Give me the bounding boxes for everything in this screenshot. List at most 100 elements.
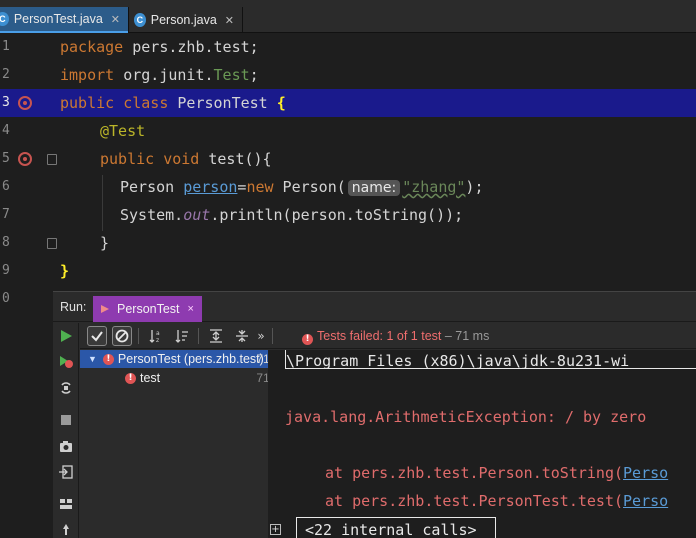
- stack-source-link[interactable]: Perso: [623, 464, 668, 482]
- show-ignored-icon[interactable]: [112, 326, 132, 346]
- tab-persontest-java[interactable]: C PersonTest.java ✕: [0, 7, 128, 33]
- tree-item-test[interactable]: ! test 71 ms: [80, 369, 293, 387]
- code-text: .println(person.toString());: [210, 206, 464, 224]
- console-stack-line: at pers.zhb.test.Person.toString(Perso: [325, 464, 668, 482]
- brace: {: [276, 94, 286, 112]
- run-tab-label: PersonTest: [117, 302, 180, 316]
- expand-icon[interactable]: +: [270, 524, 281, 535]
- sort-by-duration-icon[interactable]: [172, 326, 192, 346]
- annotation: @Test: [100, 122, 146, 140]
- string-literal: "zhang": [402, 178, 466, 196]
- line-number: 6: [2, 179, 10, 194]
- close-icon[interactable]: ✕: [225, 14, 234, 27]
- line-number: 9: [2, 263, 10, 278]
- tree-item-persontest[interactable]: ▼ ! PersonTest (pers.zhb.test) 71 ms: [80, 350, 293, 368]
- code-line[interactable]: 4 @Test: [0, 117, 696, 145]
- code-text: }: [100, 234, 110, 252]
- code-editor[interactable]: 1 package pers.zhb.test; 2 import org.ju…: [0, 33, 696, 291]
- console-exception: java.lang.ArithmeticException: / by zero: [285, 408, 647, 426]
- static-field: out: [183, 206, 211, 224]
- java-class-icon: C: [0, 12, 9, 26]
- toggle-auto-test-icon[interactable]: [59, 381, 73, 395]
- run-side-toolbar: [53, 323, 79, 538]
- class-name: Test: [213, 66, 250, 84]
- close-icon[interactable]: ✕: [111, 13, 120, 26]
- internal-calls-label[interactable]: <22 internal calls>: [305, 521, 477, 538]
- close-icon[interactable]: ×: [188, 303, 194, 315]
- line-number: 2: [2, 67, 10, 82]
- show-passed-icon[interactable]: [87, 326, 107, 346]
- run-test-failed-icon[interactable]: [18, 96, 32, 110]
- console-output[interactable]: \Program Files (x86)\java\jdk-8u231-wi j…: [268, 350, 696, 538]
- fold-icon[interactable]: [47, 154, 57, 165]
- code-text: Person(: [273, 178, 346, 196]
- stack-frame: at pers.zhb.test.Person.toString(: [325, 464, 624, 482]
- error-icon: !: [102, 353, 114, 365]
- run-config-icon: [101, 305, 111, 313]
- layout-icon[interactable]: [59, 497, 73, 511]
- keyword: public class: [60, 94, 169, 112]
- run-panel-header: Run: PersonTest ×: [53, 292, 696, 322]
- parameter-hint: name:: [347, 180, 401, 196]
- code-text: test(){: [199, 150, 272, 168]
- editor-tab-bar: C PersonTest.java ✕ C Person.java ✕: [0, 0, 696, 33]
- stop-icon[interactable]: [59, 413, 73, 427]
- error-icon: !: [125, 372, 136, 384]
- line-number: 1: [2, 39, 10, 54]
- run-tab-persontest[interactable]: PersonTest ×: [93, 296, 202, 322]
- collapse-all-icon[interactable]: [232, 326, 252, 346]
- run-label: Run:: [60, 300, 87, 314]
- keyword: public void: [100, 150, 200, 168]
- chevron-down-icon[interactable]: ▼: [88, 354, 97, 364]
- code-text: pers.zhb.test;: [123, 38, 259, 56]
- test-status: ! Tests failed: 1 of 1 test – 71 ms: [302, 329, 489, 345]
- keyword: package: [60, 38, 124, 56]
- tab-person-java[interactable]: C Person.java ✕: [134, 7, 242, 33]
- toolbar-separator: [272, 328, 273, 344]
- tab-label: PersonTest.java: [13, 12, 103, 26]
- code-line[interactable]: 6 Person person=new Person(name: "zhang")…: [0, 173, 696, 201]
- svg-text:a: a: [156, 330, 160, 337]
- keyword: new: [246, 178, 274, 196]
- code-text: org.junit.: [114, 66, 214, 84]
- tree-item-label: PersonTest (pers.zhb.test): [117, 352, 264, 366]
- more-actions-icon[interactable]: »: [254, 326, 268, 346]
- code-text: );: [465, 178, 484, 196]
- tree-item-label: test: [140, 371, 161, 385]
- pin-icon[interactable]: [59, 523, 73, 537]
- run-panel: Run: PersonTest × az » ! Tests failed: 1…: [53, 291, 696, 538]
- line-number: 4: [2, 123, 10, 138]
- code-line[interactable]: 2 import org.junit.Test;: [0, 61, 696, 89]
- sort-alphabetically-icon[interactable]: az: [146, 326, 166, 346]
- fold-icon[interactable]: [47, 238, 57, 249]
- svg-text:z: z: [156, 337, 159, 343]
- code-line[interactable]: 7 System.out.println(person.toString());: [0, 201, 696, 229]
- test-tree: ▼ ! PersonTest (pers.zhb.test) 71 ms ! t…: [80, 350, 293, 538]
- code-text: ;: [249, 66, 259, 84]
- code-text: Person: [120, 178, 184, 196]
- code-line[interactable]: 9 }: [0, 257, 696, 285]
- rerun-icon[interactable]: [59, 329, 73, 343]
- toolbar-separator: [138, 328, 139, 344]
- console-command-line: \Program Files (x86)\java\jdk-8u231-wi: [286, 352, 630, 370]
- code-line[interactable]: 1 package pers.zhb.test;: [0, 33, 696, 61]
- line-number: 7: [2, 207, 10, 222]
- rerun-failed-icon[interactable]: [59, 355, 73, 369]
- keyword: import: [60, 66, 115, 84]
- expand-all-icon[interactable]: [206, 326, 226, 346]
- run-test-failed-icon[interactable]: [18, 152, 32, 166]
- line-number: 3: [2, 95, 10, 110]
- tab-label: Person.java: [150, 13, 217, 27]
- camera-icon[interactable]: [59, 439, 73, 453]
- code-line[interactable]: 5 public void test(){: [0, 145, 696, 173]
- import-test-results-icon[interactable]: [59, 465, 73, 479]
- code-line-current[interactable]: 3 public class PersonTest {: [0, 89, 696, 117]
- tab-separator: [128, 7, 129, 33]
- line-number: 5: [2, 151, 10, 166]
- variable: person: [183, 178, 238, 196]
- brace: }: [60, 262, 70, 280]
- stack-source-link[interactable]: Perso: [623, 492, 668, 510]
- test-status-time: – 71 ms: [444, 329, 490, 343]
- code-line[interactable]: 8 }: [0, 229, 696, 257]
- code-text: System.: [120, 206, 184, 224]
